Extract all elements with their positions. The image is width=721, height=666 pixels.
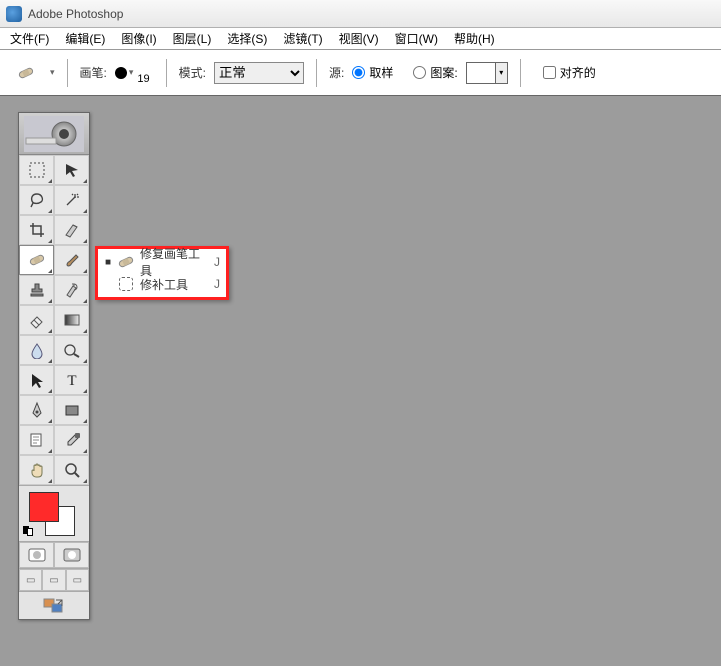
pattern-swatch[interactable] xyxy=(466,62,496,84)
aligned-label: 对齐的 xyxy=(560,64,596,81)
pen-tool[interactable] xyxy=(19,395,54,425)
history-brush-tool[interactable] xyxy=(54,275,89,305)
notes-tool[interactable] xyxy=(19,425,54,455)
type-tool[interactable]: T xyxy=(54,365,89,395)
flyout-item-label: 修复画笔工具 xyxy=(140,245,208,279)
hand-tool[interactable] xyxy=(19,455,54,485)
tool-preset-icon[interactable] xyxy=(10,63,42,83)
move-tool[interactable] xyxy=(54,155,89,185)
menu-image[interactable]: 图像(I) xyxy=(113,28,164,49)
flyout-item-healing-brush[interactable]: ■ 修复画笔工具 J xyxy=(98,251,226,273)
svg-text:T: T xyxy=(67,373,76,389)
sample-radio-label: 取样 xyxy=(369,64,393,81)
toolbox-header[interactable] xyxy=(19,113,89,155)
menu-edit[interactable]: 编辑(E) xyxy=(57,28,113,49)
app-icon xyxy=(6,6,22,22)
brush-label: 画笔: xyxy=(80,64,107,81)
screen-full-button[interactable]: ▭ xyxy=(66,569,89,591)
zoom-tool[interactable] xyxy=(54,455,89,485)
toolbox: T ▭ ▭ ▭ xyxy=(18,112,90,620)
screen-mode-row: ▭ ▭ ▭ xyxy=(19,568,89,591)
bandaid-icon xyxy=(118,254,134,270)
menu-help[interactable]: 帮助(H) xyxy=(446,28,503,49)
menu-layer[interactable]: 图层(L) xyxy=(165,28,220,49)
menu-view[interactable]: 视图(V) xyxy=(331,28,387,49)
titlebar: Adobe Photoshop xyxy=(0,0,721,28)
color-swatches xyxy=(19,485,89,541)
crop-tool[interactable] xyxy=(19,215,54,245)
canvas-area: T ▭ ▭ ▭ ■ 修复画笔工具 xyxy=(0,96,721,666)
menu-file[interactable]: 文件(F) xyxy=(2,28,57,49)
menu-select[interactable]: 选择(S) xyxy=(219,28,275,49)
flyout-item-shortcut: J xyxy=(214,277,220,291)
quickmask-mode-button[interactable] xyxy=(54,542,89,568)
lasso-tool[interactable] xyxy=(19,185,54,215)
aligned-checkbox[interactable]: 对齐的 xyxy=(543,64,596,81)
gradient-tool[interactable] xyxy=(54,305,89,335)
screen-standard-button[interactable]: ▭ xyxy=(19,569,42,591)
pattern-radio-label: 图案: xyxy=(430,64,457,81)
flyout-item-label: 修补工具 xyxy=(140,276,208,293)
source-pattern-radio[interactable]: 图案: xyxy=(413,64,457,81)
healing-tool-flyout: ■ 修复画笔工具 J 修补工具 J xyxy=(95,246,229,300)
tool-grid: T xyxy=(19,155,89,485)
brush-size: 19 xyxy=(137,73,149,85)
eraser-tool[interactable] xyxy=(19,305,54,335)
menu-window[interactable]: 窗口(W) xyxy=(387,28,446,49)
mode-select[interactable]: 正常 xyxy=(214,62,304,84)
healing-brush-tool[interactable] xyxy=(19,245,54,275)
patch-icon xyxy=(118,276,134,292)
path-select-tool[interactable] xyxy=(19,365,54,395)
standard-mode-button[interactable] xyxy=(19,542,54,568)
dodge-tool[interactable] xyxy=(54,335,89,365)
brush-tool[interactable] xyxy=(54,245,89,275)
source-sample-radio[interactable]: 取样 xyxy=(352,64,393,81)
aligned-checkbox-input[interactable] xyxy=(543,66,556,79)
sample-radio-input[interactable] xyxy=(352,66,365,79)
menubar: 文件(F) 编辑(E) 图像(I) 图层(L) 选择(S) 滤镜(T) 视图(V… xyxy=(0,28,721,50)
flyout-item-shortcut: J xyxy=(214,255,220,269)
wand-tool[interactable] xyxy=(54,185,89,215)
pattern-dropdown-icon[interactable]: ▾ xyxy=(496,62,508,84)
screen-full-menubar-button[interactable]: ▭ xyxy=(42,569,65,591)
source-label: 源: xyxy=(329,64,344,81)
marquee-tool[interactable] xyxy=(19,155,54,185)
slice-tool[interactable] xyxy=(54,215,89,245)
optionsbar: ▾ 画笔: ▾ 19 模式: 正常 源: 取样 图案: ▾ 对齐的 xyxy=(0,50,721,96)
default-colors-icon[interactable] xyxy=(23,526,33,536)
jump-to-imageready-button[interactable] xyxy=(19,591,89,619)
shape-tool[interactable] xyxy=(54,395,89,425)
blur-tool[interactable] xyxy=(19,335,54,365)
eyedropper-tool[interactable] xyxy=(54,425,89,455)
brush-preview-icon[interactable] xyxy=(115,67,127,79)
flyout-item-patch[interactable]: 修补工具 J xyxy=(98,273,226,295)
mask-mode-row xyxy=(19,541,89,568)
fg-color-swatch[interactable] xyxy=(29,492,59,522)
flyout-active-mark: ■ xyxy=(104,257,112,268)
menu-filter[interactable]: 滤镜(T) xyxy=(275,28,330,49)
app-title: Adobe Photoshop xyxy=(28,7,123,21)
mode-label: 模式: xyxy=(179,64,206,81)
pattern-radio-input[interactable] xyxy=(413,66,426,79)
stamp-tool[interactable] xyxy=(19,275,54,305)
